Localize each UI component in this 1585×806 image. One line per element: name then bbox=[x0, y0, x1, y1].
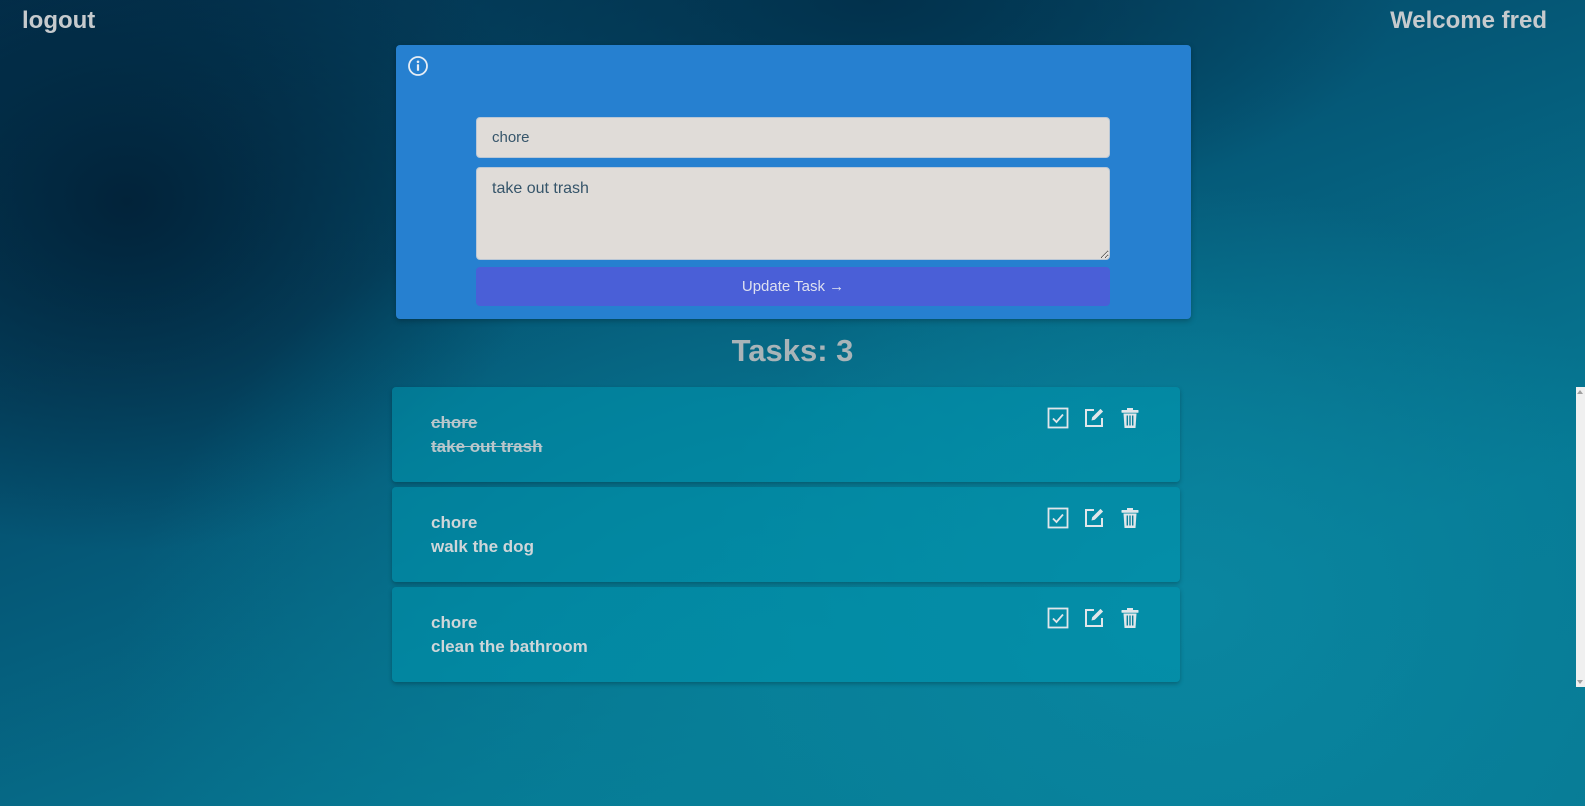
task-list-scrollbar[interactable] bbox=[1576, 387, 1585, 687]
task-actions bbox=[1047, 507, 1141, 529]
welcome-message: Welcome fred bbox=[1390, 7, 1547, 34]
task-title: chore bbox=[431, 613, 478, 632]
scroll-down-arrow[interactable] bbox=[1577, 680, 1583, 684]
task-description: take out trash bbox=[431, 437, 543, 456]
edit-icon[interactable] bbox=[1083, 507, 1105, 529]
info-icon[interactable] bbox=[408, 56, 428, 76]
trash-icon[interactable] bbox=[1119, 407, 1141, 429]
edit-icon[interactable] bbox=[1083, 607, 1105, 629]
trash-icon[interactable] bbox=[1119, 507, 1141, 529]
task-card: chore clean the bathroom bbox=[392, 587, 1180, 682]
task-card: chore walk the dog bbox=[392, 487, 1180, 582]
checkbox-icon[interactable] bbox=[1047, 607, 1069, 629]
task-title: chore bbox=[431, 413, 478, 432]
task-description-textarea[interactable]: take out trash bbox=[476, 167, 1110, 260]
task-description: clean the bathroom bbox=[431, 637, 588, 656]
edit-icon[interactable] bbox=[1083, 407, 1105, 429]
tasks-count-heading: Tasks: 3 bbox=[731, 333, 854, 368]
task-card: chore take out trash bbox=[392, 387, 1180, 482]
task-title-input[interactable] bbox=[476, 117, 1110, 158]
task-actions bbox=[1047, 607, 1141, 629]
checkbox-icon[interactable] bbox=[1047, 407, 1069, 429]
scroll-up-arrow[interactable] bbox=[1577, 390, 1583, 394]
task-actions bbox=[1047, 407, 1141, 429]
task-list: chore take out trash chore walk the dog … bbox=[392, 387, 1180, 687]
checkbox-icon[interactable] bbox=[1047, 507, 1069, 529]
update-task-button[interactable]: Update Task → bbox=[476, 267, 1110, 306]
logout-link[interactable]: logout bbox=[22, 7, 95, 35]
task-description: walk the dog bbox=[431, 537, 534, 556]
task-title: chore bbox=[431, 513, 478, 532]
trash-icon[interactable] bbox=[1119, 607, 1141, 629]
task-form-card: take out trash Update Task → bbox=[396, 45, 1191, 319]
